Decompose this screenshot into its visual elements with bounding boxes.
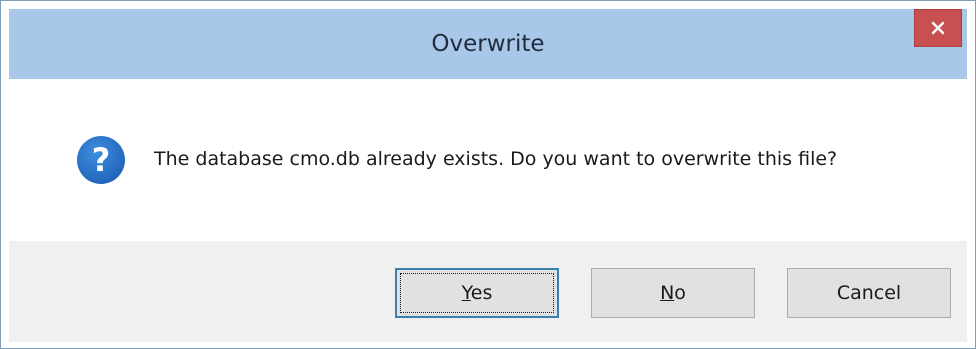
cancel-button[interactable]: Cancel <box>787 268 951 318</box>
close-button[interactable] <box>914 9 962 47</box>
question-icon: ? <box>76 135 126 185</box>
cancel-button-label: Cancel <box>836 282 902 304</box>
dialog-content: ? The database cmo.db already exists. Do… <box>9 79 967 241</box>
title-bar[interactable]: Overwrite <box>9 9 967 79</box>
no-button-label: No <box>660 282 686 304</box>
overwrite-dialog: Overwrite ? The database cmo.db already … <box>0 0 976 349</box>
dialog-message: The database cmo.db already exists. Do y… <box>154 148 838 170</box>
close-icon <box>931 21 945 35</box>
yes-button[interactable]: Yes <box>395 268 559 318</box>
dialog-title: Overwrite <box>431 31 545 57</box>
button-bar: Yes No Cancel <box>9 241 967 342</box>
no-mnemonic: N <box>660 282 675 304</box>
yes-mnemonic: Y <box>461 282 471 304</box>
yes-button-label: Yes <box>462 282 493 304</box>
yes-label-rest: es <box>470 282 493 304</box>
no-button[interactable]: No <box>591 268 755 318</box>
no-label-rest: o <box>674 282 686 304</box>
svg-text:?: ? <box>92 141 111 179</box>
